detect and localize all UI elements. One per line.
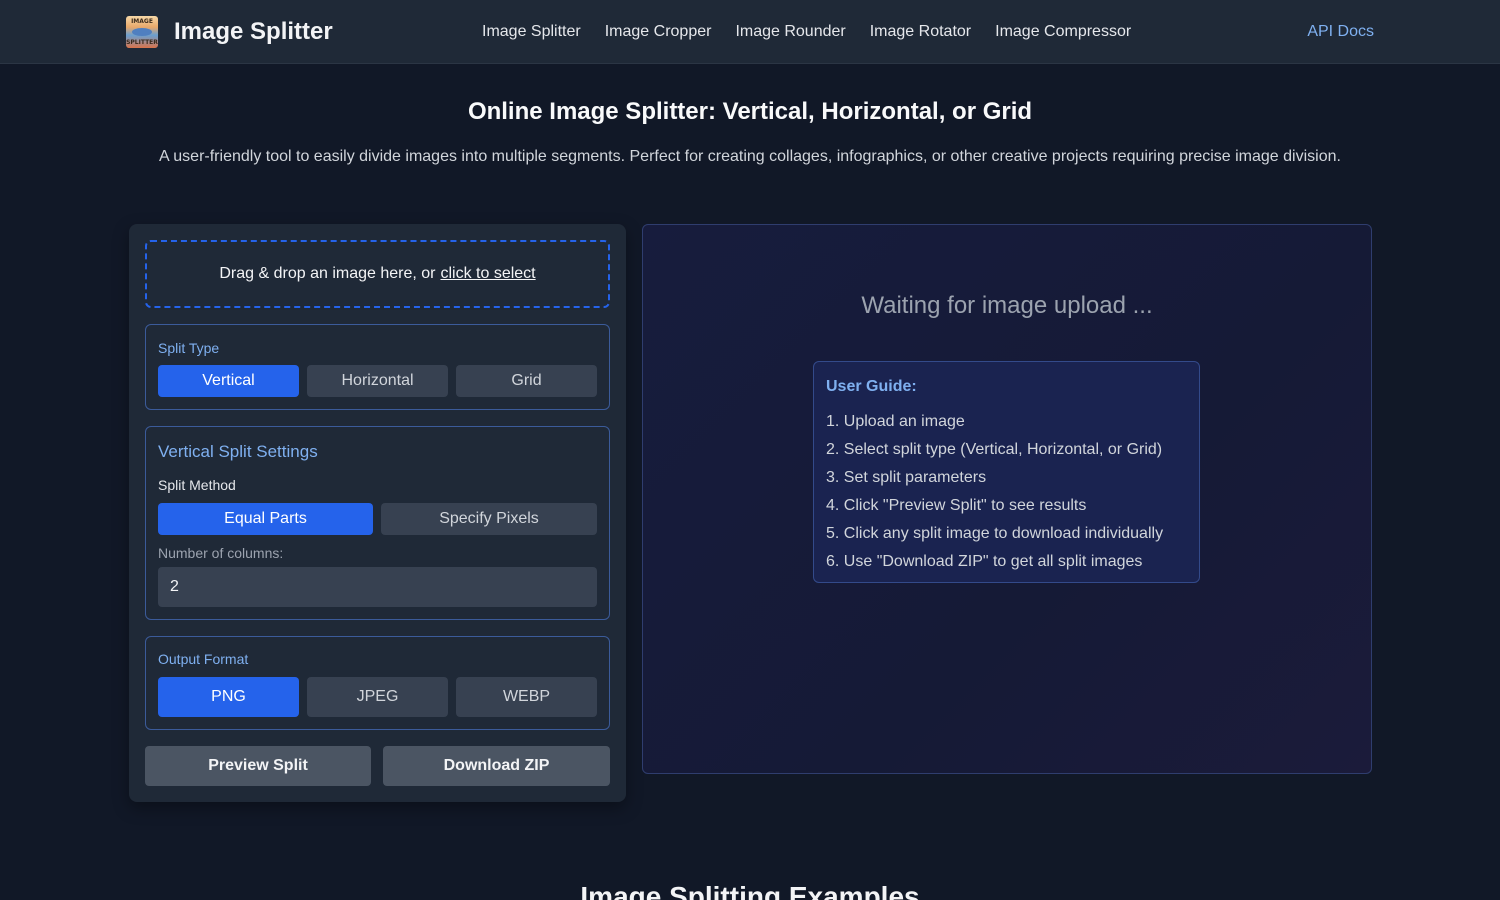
page-title: Online Image Splitter: Vertical, Horizon… bbox=[467, 98, 1033, 125]
dropzone-text: Drag & drop an image here, or bbox=[219, 265, 436, 282]
nav-image-compressor[interactable]: Image Compressor bbox=[995, 20, 1131, 44]
guide-step: 3. Set split parameters bbox=[826, 469, 987, 486]
output-format-label: Output Format bbox=[158, 651, 249, 667]
nav-image-rounder[interactable]: Image Rounder bbox=[735, 20, 845, 44]
vertical-settings-card: Vertical Split Settings Split Method Equ… bbox=[145, 426, 610, 620]
api-docs-link[interactable]: API Docs bbox=[1307, 20, 1374, 44]
format-jpeg-button[interactable]: JPEG bbox=[307, 677, 448, 717]
preview-split-button[interactable]: Preview Split bbox=[145, 746, 371, 786]
split-type-label: Split Type bbox=[158, 340, 220, 356]
brand-name[interactable]: Image Splitter bbox=[174, 17, 333, 47]
user-guide-steps: 1. Upload an image 2. Select split type … bbox=[826, 408, 1163, 576]
main-nav: Image Splitter Image Cropper Image Round… bbox=[482, 20, 1131, 44]
split-grid-button[interactable]: Grid bbox=[456, 365, 597, 397]
columns-input[interactable] bbox=[158, 567, 597, 607]
split-method-label: Split Method bbox=[158, 477, 236, 493]
guide-step: 6. Use "Download ZIP" to get all split i… bbox=[826, 553, 1143, 570]
logo-icon[interactable]: IMAGE SPLITTER bbox=[126, 16, 158, 48]
guide-step: 1. Upload an image bbox=[826, 413, 965, 430]
controls-panel: Drag & drop an image here, or click to s… bbox=[129, 224, 626, 802]
logo-text-top: IMAGE bbox=[131, 18, 153, 25]
nav-image-cropper[interactable]: Image Cropper bbox=[605, 20, 712, 44]
guide-step: 4. Click "Preview Split" to see results bbox=[826, 497, 1087, 514]
split-vertical-button[interactable]: Vertical bbox=[158, 365, 299, 397]
nav-image-splitter[interactable]: Image Splitter bbox=[482, 20, 581, 44]
top-nav-bar: IMAGE SPLITTER Image Splitter Image Spli… bbox=[0, 0, 1500, 64]
split-horizontal-button[interactable]: Horizontal bbox=[307, 365, 448, 397]
split-type-card: Split Type Vertical Horizontal Grid bbox=[145, 324, 610, 410]
equal-parts-button[interactable]: Equal Parts bbox=[158, 503, 373, 535]
columns-label: Number of columns: bbox=[158, 545, 284, 561]
image-dropzone[interactable]: Drag & drop an image here, or click to s… bbox=[145, 240, 610, 308]
examples-heading: Image Splitting Examples bbox=[580, 881, 920, 900]
click-to-select-link[interactable]: click to select bbox=[440, 265, 535, 283]
specify-pixels-button[interactable]: Specify Pixels bbox=[381, 503, 597, 535]
logo-text-bottom: SPLITTER bbox=[126, 39, 158, 46]
waiting-message: Waiting for image upload ... bbox=[861, 292, 1153, 319]
user-guide-box: User Guide: 1. Upload an image 2. Select… bbox=[813, 361, 1200, 583]
output-format-card: Output Format PNG JPEG WEBP bbox=[145, 636, 610, 730]
format-webp-button[interactable]: WEBP bbox=[456, 677, 597, 717]
format-png-button[interactable]: PNG bbox=[158, 677, 299, 717]
download-zip-button[interactable]: Download ZIP bbox=[383, 746, 610, 786]
guide-step: 5. Click any split image to download ind… bbox=[826, 525, 1164, 542]
nav-image-rotator[interactable]: Image Rotator bbox=[870, 20, 971, 44]
page-description: A user-friendly tool to easily divide im… bbox=[159, 148, 1341, 165]
settings-title: Vertical Split Settings bbox=[158, 442, 318, 461]
guide-step: 2. Select split type (Vertical, Horizont… bbox=[826, 441, 1163, 458]
user-guide-title: User Guide: bbox=[826, 378, 917, 395]
preview-panel: Waiting for image upload ... User Guide:… bbox=[642, 224, 1372, 774]
